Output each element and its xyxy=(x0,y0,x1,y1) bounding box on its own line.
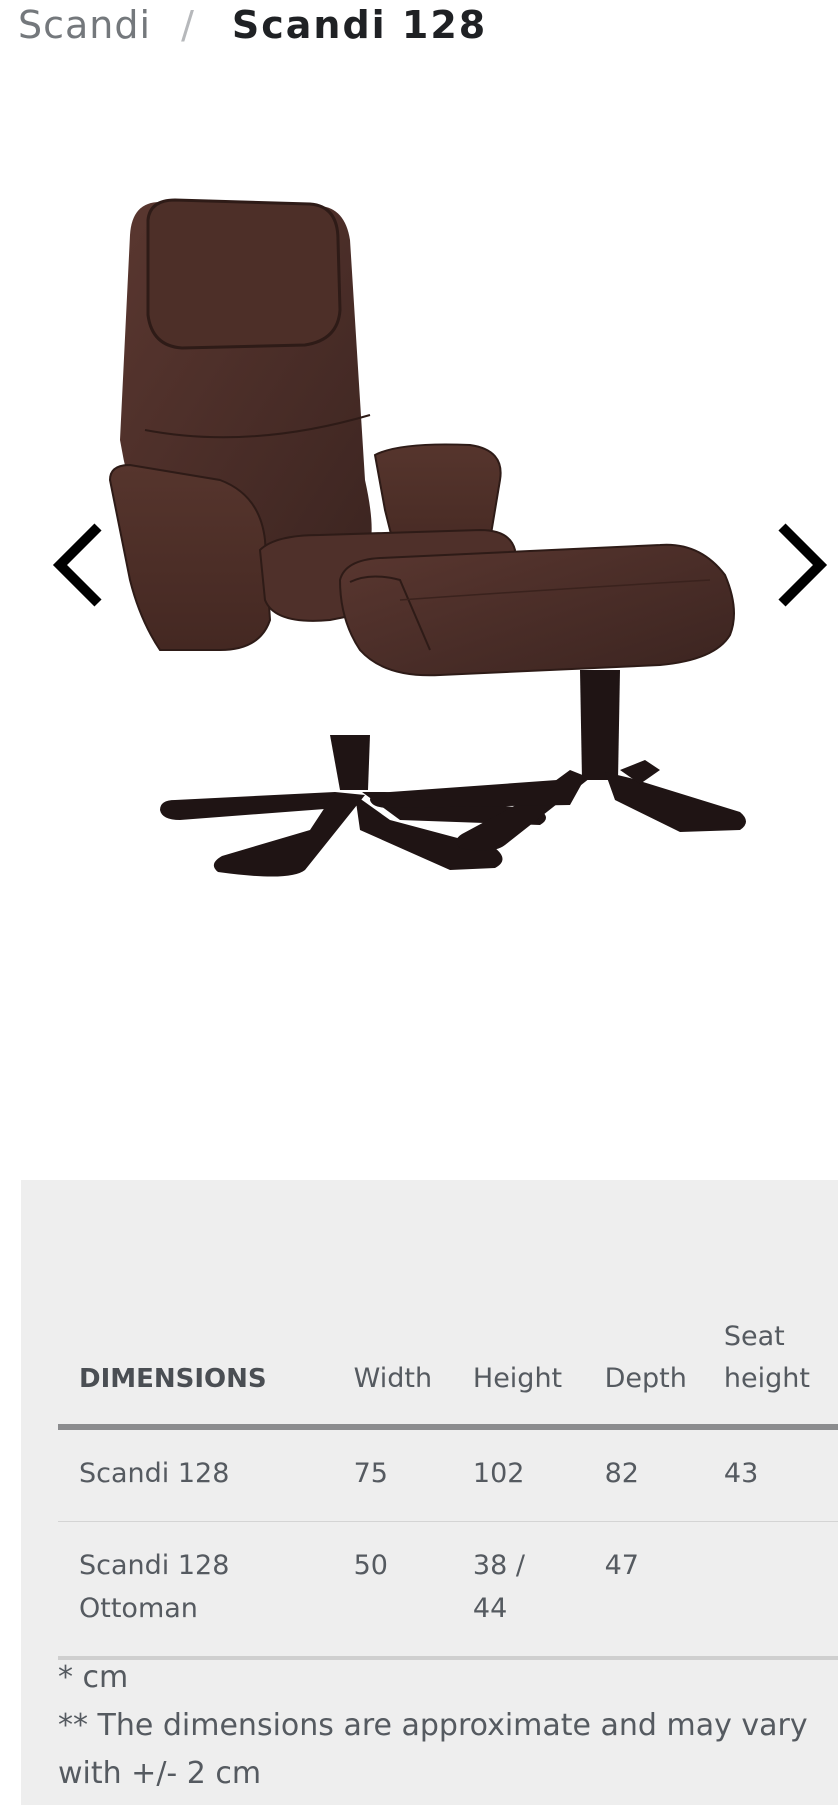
header-dimensions: DIMENSIONS xyxy=(79,1364,267,1394)
cell-height: 38 / 44 xyxy=(472,1550,525,1624)
cell-height: 102 xyxy=(472,1458,525,1489)
note-approximation: ** The dimensions are approximate and ma… xyxy=(58,1708,808,1791)
header-depth: Depth xyxy=(604,1363,687,1394)
product-image xyxy=(108,198,746,877)
cell-depth: 82 xyxy=(604,1458,639,1489)
breadcrumb-current-page: Scandi 128 xyxy=(231,3,488,47)
gallery-prev-button[interactable] xyxy=(48,515,108,615)
header-seat-height: Seat height xyxy=(723,1321,810,1394)
gallery-next-button[interactable] xyxy=(772,515,832,615)
dimensions-panel: DIMENSIONS Width Height Depth Seat heigh… xyxy=(21,1180,838,1805)
header-height: Height xyxy=(472,1363,563,1394)
cell-depth: 47 xyxy=(604,1550,639,1581)
cell-width: 50 xyxy=(353,1550,388,1581)
table-header-row: DIMENSIONS Width Height Depth Seat heigh… xyxy=(58,1316,838,1427)
chevron-left-icon xyxy=(52,523,102,607)
dimensions-table: DIMENSIONS Width Height Depth Seat heigh… xyxy=(58,1316,838,1660)
breadcrumb: Scandi / Scandi 128 xyxy=(18,0,487,50)
product-gallery xyxy=(0,140,838,960)
chevron-right-icon xyxy=(778,523,828,607)
table-row: Scandi 128 Ottoman 50 38 / 44 47 xyxy=(58,1522,838,1659)
note-units: * cm xyxy=(58,1660,129,1695)
table-row: Scandi 128 75 102 82 43 xyxy=(58,1427,838,1522)
cell-model: Scandi 128 Ottoman xyxy=(79,1550,230,1624)
breadcrumb-separator: / xyxy=(181,3,194,47)
header-width: Width xyxy=(353,1363,433,1394)
dimension-notes: * cm ** The dimensions are approximate a… xyxy=(58,1654,818,1798)
breadcrumb-link-scandi[interactable]: Scandi xyxy=(18,3,151,47)
cell-width: 75 xyxy=(353,1458,388,1489)
cell-seat-height xyxy=(724,1522,838,1659)
cell-seat-height: 43 xyxy=(723,1458,759,1489)
cell-model: Scandi 128 xyxy=(79,1458,230,1489)
